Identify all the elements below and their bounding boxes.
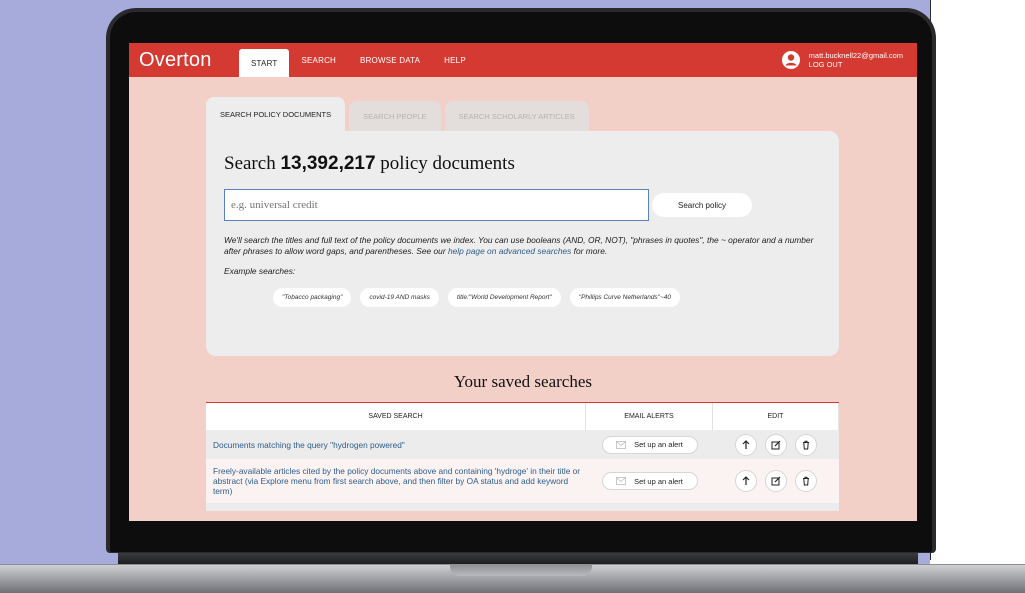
advanced-search-help-link[interactable]: help page on advanced searches	[448, 246, 571, 256]
overton-logo[interactable]: Overton	[139, 49, 239, 72]
tab-search-scholarly-articles[interactable]: SEARCH SCHOLARLY ARTICLES	[444, 101, 589, 131]
logout-link[interactable]: LOG OUT	[809, 60, 903, 69]
table-row: Documents matching the query "hydrogen p…	[206, 430, 839, 459]
search-heading-suffix: policy documents	[375, 153, 515, 174]
nav-browse-data[interactable]: BROWSE DATA	[348, 43, 432, 77]
nav-start[interactable]: START	[239, 49, 290, 77]
search-help-text: We'll search the titles and full text of…	[224, 235, 819, 256]
browser-screen: Overton START SEARCH BROWSE DATA HELP ma…	[129, 43, 917, 521]
laptop-notch	[450, 564, 592, 576]
alert-cell: Set up an alert	[586, 459, 713, 503]
search-input[interactable]	[224, 189, 649, 221]
set-up-alert-button[interactable]: Set up an alert	[601, 472, 698, 490]
example-chip[interactable]: "Tobacco packaging"	[273, 288, 352, 307]
search-panel: Search 13,392,217 policy documents Searc…	[206, 131, 839, 356]
move-up-button[interactable]	[735, 470, 757, 492]
mail-icon	[616, 477, 626, 485]
alert-cell: Set up an alert	[586, 430, 713, 459]
edit-cell	[713, 459, 839, 503]
edit-icon	[771, 476, 781, 486]
user-avatar-icon[interactable]	[781, 50, 801, 70]
nav-search[interactable]: SEARCH	[289, 43, 348, 77]
saved-search-link[interactable]: Freely-available articles cited by the p…	[206, 459, 586, 503]
table-header: SAVED SEARCH EMAIL ALERTS EDIT	[206, 402, 839, 430]
tab-search-people[interactable]: SEARCH PEOPLE	[349, 101, 441, 131]
saved-searches-table: SAVED SEARCH EMAIL ALERTS EDIT Documents…	[206, 402, 839, 511]
saved-searches-title: Your saved searches	[453, 372, 593, 391]
example-chip[interactable]: "Phillips Curve Netherlands"~40	[569, 288, 681, 307]
nav-help[interactable]: HELP	[432, 43, 478, 77]
search-panel-wrap: SEARCH POLICY DOCUMENTS SEARCH PEOPLE SE…	[206, 97, 839, 356]
user-email: matt.bucknell22@gmail.com	[808, 51, 903, 60]
edit-icon	[771, 440, 781, 449]
top-nav: Overton START SEARCH BROWSE DATA HELP ma…	[129, 43, 917, 77]
arrow-up-icon	[742, 476, 750, 485]
edit-button[interactable]	[765, 433, 787, 456]
edit-cell	[713, 430, 839, 459]
document-count: 13,392,217	[280, 153, 376, 174]
set-up-alert-button[interactable]: Set up an alert	[601, 435, 698, 454]
table-row: Freely-available articles cited by the p…	[206, 459, 839, 503]
user-menu[interactable]: matt.bucknell22@gmail.com LOG OUT	[781, 50, 903, 70]
set-up-alert-label: Set up an alert	[634, 440, 683, 449]
header-edit: EDIT	[713, 403, 839, 430]
table-row-partial	[206, 503, 839, 511]
help-text-suffix: for more.	[571, 245, 608, 256]
edit-button[interactable]	[765, 470, 787, 492]
header-saved-search: SAVED SEARCH	[206, 403, 586, 430]
examples-label: Example searches:	[224, 266, 296, 276]
search-row: Search policy	[224, 189, 821, 221]
search-tabs: SEARCH POLICY DOCUMENTS SEARCH PEOPLE SE…	[206, 97, 839, 131]
example-chip[interactable]: title:"World Development Report"	[447, 288, 561, 307]
trash-icon	[803, 476, 809, 486]
saved-search-link[interactable]: Documents matching the query "hydrogen p…	[206, 430, 586, 459]
move-up-button[interactable]	[735, 433, 757, 456]
mail-icon	[616, 440, 626, 449]
example-searches: "Tobacco packaging" covid-19 AND masks t…	[273, 288, 821, 307]
delete-button[interactable]	[795, 470, 817, 492]
search-heading-prefix: Search	[224, 153, 281, 174]
arrow-up-icon	[742, 439, 750, 449]
search-policy-button[interactable]: Search policy	[652, 193, 752, 217]
delete-button[interactable]	[795, 433, 817, 456]
set-up-alert-label: Set up an alert	[634, 476, 683, 486]
header-email-alerts: EMAIL ALERTS	[586, 403, 713, 430]
trash-icon	[803, 440, 809, 449]
example-chip[interactable]: covid-19 AND masks	[360, 288, 439, 307]
tab-search-policy-documents[interactable]: SEARCH POLICY DOCUMENTS	[206, 97, 346, 131]
search-heading: Search 13,392,217 policy documents	[224, 153, 821, 175]
